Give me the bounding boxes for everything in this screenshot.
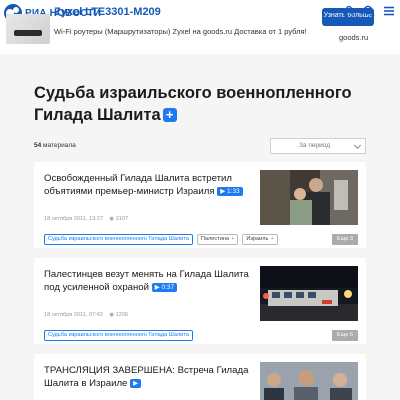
search-icon[interactable]	[362, 4, 376, 18]
count-label: материала	[43, 142, 76, 149]
more-tags-button[interactable]: Еще 6	[332, 330, 358, 341]
tag-label: Судьба израильского военнопленного Гилад…	[48, 236, 189, 242]
article-tags: Судьба израильского военнопленного Гилад…	[44, 234, 278, 245]
plus-icon[interactable]: +	[270, 236, 273, 242]
person-icon[interactable]	[342, 4, 356, 18]
filter-row: 54 материала За период	[34, 138, 366, 154]
article-meta: 18 октября 2011, 13:27 ◉ 3107	[44, 216, 128, 222]
tag-label: Судьба израильского военнопленного Гилад…	[48, 332, 189, 338]
video-duration: 1:33	[227, 188, 240, 195]
eye-icon: ◉	[109, 312, 115, 318]
ad-router-image[interactable]	[6, 14, 50, 44]
page-header: Судьба израильского военнопленного Гилад…	[34, 82, 374, 126]
page-title: Судьба израильского военнопленного Гилад…	[34, 82, 374, 126]
article-card[interactable]: Палестинцев везут менять на Гилада Шалит…	[34, 258, 366, 344]
more-tags-button[interactable]: Еще 3	[332, 234, 358, 245]
article-tags: Судьба израильского военнопленного Гилад…	[44, 330, 193, 341]
article-date: 18 октября 2011, 13:27	[44, 216, 103, 222]
article-title[interactable]: Палестинцев везут менять на Гилада Шалит…	[44, 268, 256, 294]
ad-title[interactable]: Zyxel LTE3301-M209	[54, 6, 161, 18]
tag-chip[interactable]: Израиль +	[242, 234, 278, 245]
tag-label: Палестина	[200, 236, 230, 242]
video-badge[interactable]: ▶ 0:37	[151, 283, 178, 292]
count-number: 54	[34, 142, 42, 149]
article-meta: 18 октября 2011, 07:42 ◉ 1206	[44, 312, 128, 318]
tag-chip[interactable]: Судьба израильского военнопленного Гилад…	[44, 234, 193, 245]
ad-banner[interactable]: Zyxel LTE3301-M209 Wi-Fi роутеры (Маршру…	[0, 0, 400, 46]
plus-icon[interactable]: +	[231, 236, 234, 242]
article-title-text[interactable]: ТРАНСЛЯЦИЯ ЗАВЕРШЕНА: Встреча Гилада Шал…	[44, 365, 248, 389]
article-title-text[interactable]: Палестинцев везут менять на Гилада Шалит…	[44, 269, 249, 293]
top-bar: РИА НОВОСТИ Zyxel LTE3301-M209 Wi-Fi роу…	[0, 0, 400, 54]
article-title[interactable]: ТРАНСЛЯЦИЯ ЗАВЕРШЕНА: Встреча Гилада Шал…	[44, 364, 256, 390]
article-image[interactable]	[260, 266, 358, 321]
chevron-down-icon	[353, 141, 362, 150]
article-card[interactable]: ТРАНСЛЯЦИЯ ЗАВЕРШЕНА: Встреча Гилада Шал…	[34, 354, 366, 400]
ad-domain[interactable]: goods.ru	[339, 33, 368, 42]
article-views: 3107	[115, 216, 129, 222]
article-image[interactable]	[260, 170, 358, 225]
tag-label: Израиль	[246, 236, 269, 242]
page-title-text: Судьба израильского военнопленного Гилад…	[34, 84, 352, 124]
video-badge[interactable]: ▶ 1:33	[217, 187, 243, 196]
article-image[interactable]	[260, 362, 358, 400]
article-views: 1206	[115, 312, 129, 318]
tag-chip[interactable]: Палестина +	[196, 234, 239, 245]
article-date: 18 октября 2011, 07:42	[44, 312, 103, 318]
article-title-text[interactable]: Освобожденный Гилада Шалита встретил объ…	[44, 173, 232, 197]
materials-count: 54 материала	[34, 142, 76, 149]
video-badge[interactable]: ▶	[130, 379, 142, 388]
period-label: За период	[299, 142, 330, 149]
article-title[interactable]: Освобожденный Гилада Шалита встретил объ…	[44, 172, 256, 198]
ad-description: Wi-Fi роутеры (Маршрутизаторы) Zyxel на …	[54, 27, 307, 36]
tag-chip[interactable]: Судьба израильского военнопленного Гилад…	[44, 330, 193, 341]
menu-icon[interactable]	[382, 4, 396, 18]
eye-icon: ◉	[109, 216, 115, 222]
video-duration: 0:37	[161, 284, 175, 291]
period-select[interactable]: За период	[270, 138, 366, 154]
article-card[interactable]: Освобожденный Гилада Шалита встретил объ…	[34, 162, 366, 248]
subscribe-plus-button[interactable]: +	[162, 108, 177, 122]
